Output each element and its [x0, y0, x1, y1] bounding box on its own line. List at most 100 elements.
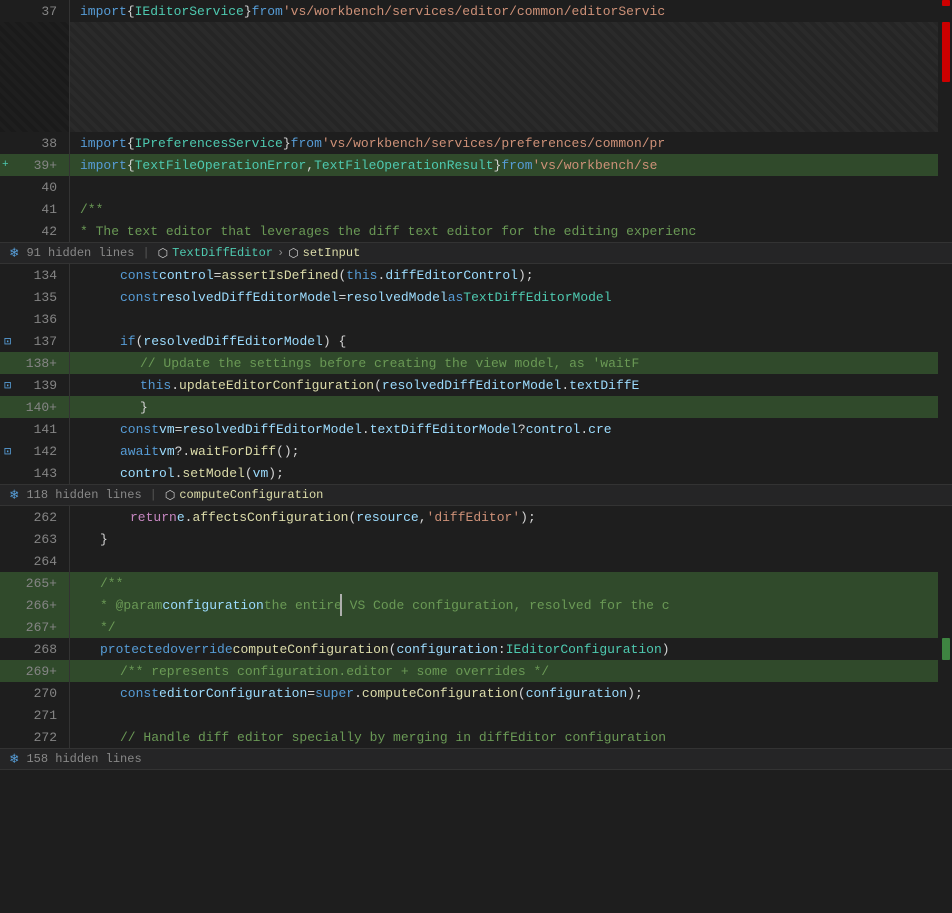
- token: from: [501, 158, 532, 173]
- code-content-38: import { IPreferencesService } from 'vs/…: [70, 132, 938, 154]
- code-line-262: 262 return e . affectsConfiguration ( re…: [0, 506, 952, 528]
- token: );: [518, 268, 534, 283]
- code-line-134: 134 const control = assertIsDefined ( th…: [0, 264, 952, 286]
- token: (: [518, 686, 526, 701]
- token: {: [127, 136, 135, 151]
- collapse-icon-3: ❄: [10, 751, 18, 768]
- token: e: [177, 510, 185, 525]
- code-line-37: 37 import { IEditorService } from 'vs/wo…: [0, 0, 952, 22]
- collapse-icon-2: ❄: [10, 487, 18, 504]
- token: resolvedModel: [346, 290, 447, 305]
- line-number-142: ⊡ 142: [0, 440, 70, 462]
- token: configuration: [526, 686, 627, 701]
- code-content-271: [70, 704, 938, 726]
- code-line-38: 38 import { IPreferencesService } from '…: [0, 132, 952, 154]
- token: textDiffE: [569, 378, 639, 393]
- line-number-138: 138+: [0, 352, 70, 374]
- code-content-141: const vm = resolvedDiffEditorModel . tex…: [70, 418, 938, 440]
- token: =: [307, 686, 315, 701]
- breadcrumb-icon-2: ⬡: [288, 246, 298, 261]
- code-content-262: return e . affectsConfiguration ( resour…: [70, 506, 938, 528]
- token: return: [130, 510, 177, 525]
- line-number-42: 42: [0, 220, 70, 242]
- token: IEditorService: [135, 4, 244, 19]
- line-number-141: 141: [0, 418, 70, 440]
- token: TextFileOperationResult: [314, 158, 493, 173]
- code-line-135: 135 const resolvedDiffEditorModel = reso…: [0, 286, 952, 308]
- code-line-272: 272 // Handle diff editor specially by m…: [0, 726, 952, 748]
- token: }: [244, 4, 252, 19]
- token: textDiffEditorModel: [370, 422, 518, 437]
- line-number-272: 272: [0, 726, 70, 748]
- token: import: [80, 4, 127, 19]
- line-number-264: 264: [0, 550, 70, 572]
- token: }: [140, 400, 148, 415]
- token: }: [494, 158, 502, 173]
- code-line-141: 141 const vm = resolvedDiffEditorModel .…: [0, 418, 952, 440]
- hidden-count-1: 91 hidden lines: [26, 246, 134, 260]
- token: super: [315, 686, 354, 701]
- code-line-271: 271: [0, 704, 952, 726]
- hidden-lines-118[interactable]: ❄ 118 hidden lines | ⬡ computeConfigurat…: [0, 484, 952, 506]
- line-number-137: ⊡ 137: [0, 330, 70, 352]
- line-number-134: 134: [0, 264, 70, 286]
- token: resolvedDiffEditorModel: [143, 334, 322, 349]
- token: if: [120, 334, 136, 349]
- line-number-37: 37: [0, 0, 70, 22]
- code-content-137: if ( resolvedDiffEditorModel ) {: [70, 330, 938, 352]
- token: control: [526, 422, 581, 437]
- token: /**: [80, 202, 103, 217]
- code-line-267: 267+ */: [0, 616, 952, 638]
- code-content-136: [70, 308, 938, 330]
- token: 'vs/workbench/se: [533, 158, 658, 173]
- code-line-137: ⊡ 137 if ( resolvedDiffEditorModel ) {: [0, 330, 952, 352]
- token: .: [378, 268, 386, 283]
- token: setModel: [182, 466, 244, 481]
- token: resource: [356, 510, 418, 525]
- token: * @param: [100, 598, 162, 613]
- code-content-269: /** represents configuration.editor + so…: [70, 660, 938, 682]
- line-number-266: 266+: [0, 594, 70, 616]
- token: await: [120, 444, 159, 459]
- token: .: [175, 466, 183, 481]
- token: TextFileOperationError: [135, 158, 307, 173]
- token: (: [136, 334, 144, 349]
- line-number-139: ⊡ 139: [0, 374, 70, 396]
- token: IPreferencesService: [135, 136, 283, 151]
- token: as: [448, 290, 464, 305]
- line-number-268: 268: [0, 638, 70, 660]
- code-content-264: [70, 550, 938, 572]
- token: computeConfiguration: [362, 686, 518, 701]
- token: ?: [518, 422, 526, 437]
- code-content-270: const editorConfiguration = super . comp…: [70, 682, 938, 704]
- hidden-lines-158[interactable]: ❄ 158 hidden lines: [0, 748, 952, 770]
- code-content-42: * The text editor that leverages the dif…: [70, 220, 938, 242]
- token: ,: [306, 158, 314, 173]
- token: import: [80, 136, 127, 151]
- token: configuration: [396, 642, 497, 657]
- token: .: [171, 378, 179, 393]
- hidden-lines-91[interactable]: ❄ 91 hidden lines | ⬡ TextDiffEditor › ⬡…: [0, 242, 952, 264]
- breadcrumb-text-2: setInput: [303, 246, 361, 260]
- line-number-143: 143: [0, 462, 70, 484]
- token: 'diffEditor': [427, 510, 521, 525]
- breadcrumb-icon-3: ⬡: [165, 488, 175, 503]
- code-content-263: }: [70, 528, 938, 550]
- token: ();: [276, 444, 299, 459]
- code-line-268: 268 protected override computeConfigurat…: [0, 638, 952, 660]
- token: );: [268, 466, 284, 481]
- breadcrumb-text-3: computeConfiguration: [179, 488, 323, 502]
- token: .: [580, 422, 588, 437]
- line-number-140: 140+: [0, 396, 70, 418]
- editor-container: 37 import { IEditorService } from 'vs/wo…: [0, 0, 952, 913]
- token: (: [374, 378, 382, 393]
- minimap-segment: [938, 0, 952, 22]
- line-number-136: 136: [0, 308, 70, 330]
- token: control: [159, 268, 214, 283]
- token: .: [354, 686, 362, 701]
- token: /**: [100, 576, 123, 591]
- token: this: [346, 268, 377, 283]
- token: editorConfiguration: [159, 686, 307, 701]
- code-content-268: protected override computeConfiguration …: [70, 638, 938, 660]
- line-number-40: 40: [0, 176, 70, 198]
